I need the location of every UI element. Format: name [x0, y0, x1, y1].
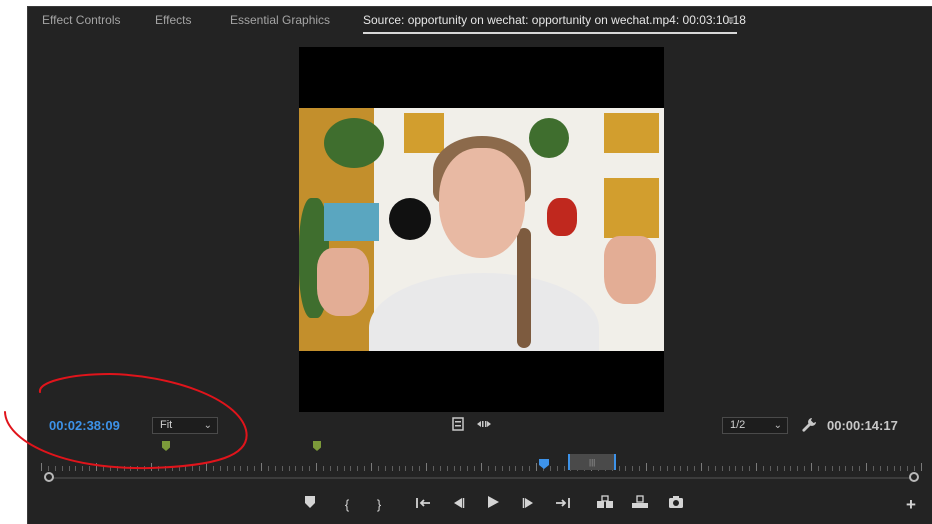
hand-drawn-annotation-circle — [4, 372, 248, 470]
